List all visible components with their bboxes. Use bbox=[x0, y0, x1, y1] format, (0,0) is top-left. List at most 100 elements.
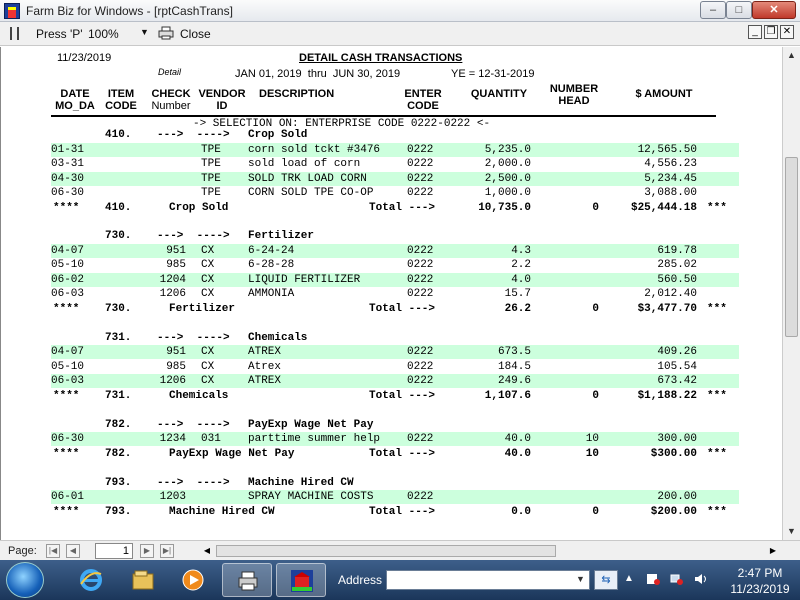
page-navigation: Page: |◀ ◀ 1 ▶ ▶| ◀ ▶ bbox=[0, 540, 800, 560]
total-code: 793. bbox=[105, 505, 132, 518]
total-stars: **** bbox=[53, 505, 80, 518]
address-input[interactable] bbox=[386, 570, 590, 590]
scroll-right-icon[interactable]: ▶ bbox=[766, 544, 780, 558]
clock-date[interactable]: 11/23/2019 bbox=[725, 582, 795, 596]
row-description: Atrex bbox=[248, 360, 282, 373]
row-description: 6-28-28 bbox=[248, 259, 295, 272]
row-amount: 200.00 bbox=[657, 491, 697, 504]
maximize-button[interactable]: □ bbox=[726, 1, 752, 19]
row-quantity: 1,000.0 bbox=[484, 187, 531, 199]
row-amount: 2,012.40 bbox=[644, 288, 697, 301]
group-code: 410. bbox=[105, 129, 132, 141]
action-center-icon[interactable] bbox=[646, 572, 660, 586]
col-amount-header: $ AMOUNT bbox=[635, 88, 693, 100]
address-dropdown-icon[interactable]: ▼ bbox=[576, 574, 585, 584]
total-stars: **** bbox=[53, 447, 80, 460]
col-enter-header: ENTER CODE bbox=[404, 88, 442, 112]
row-enter-code: 0222 bbox=[407, 491, 434, 504]
row-quantity: 2,000.0 bbox=[484, 158, 531, 170]
row-enter-code: 0222 bbox=[407, 346, 434, 359]
taskbar-farmbiz[interactable] bbox=[276, 563, 326, 597]
row-vendor: TPE bbox=[201, 158, 221, 170]
col-head-header: NUMBER HEAD bbox=[549, 83, 599, 107]
total-label: Total ---> bbox=[369, 302, 436, 315]
scroll-up-icon[interactable]: ▲ bbox=[783, 47, 800, 64]
taskbar-ie[interactable] bbox=[66, 563, 116, 597]
app-icon[interactable] bbox=[4, 3, 20, 19]
last-page-button[interactable]: ▶| bbox=[160, 544, 174, 558]
row-date: 06-01 bbox=[51, 491, 85, 504]
report-period: JAN 01, 2019 thru JUN 30, 2019 bbox=[235, 68, 401, 80]
row-amount: 4,556.23 bbox=[644, 158, 697, 170]
total-quantity: 0.0 bbox=[511, 505, 531, 518]
mdi-close-button[interactable]: ✕ bbox=[780, 25, 794, 39]
first-page-button[interactable]: |◀ bbox=[46, 544, 60, 558]
mdi-minimize-button[interactable]: _ bbox=[748, 25, 762, 39]
row-description: 6-24-24 bbox=[248, 244, 295, 257]
group-name: Crop Sold bbox=[248, 129, 308, 141]
screen: Farm Biz for Windows - [rptCashTrans] – … bbox=[0, 0, 800, 600]
vertical-scrollbar[interactable]: ▲ ▼ bbox=[782, 47, 800, 540]
hscroll-thumb[interactable] bbox=[216, 545, 556, 557]
clock-time[interactable]: 2:47 PM bbox=[725, 566, 795, 580]
title-bar: Farm Biz for Windows - [rptCashTrans] – … bbox=[0, 0, 800, 22]
close-report-icon[interactable] bbox=[158, 26, 174, 40]
col-check-header: CHECK Number bbox=[151, 88, 191, 112]
total-name: PayExp Wage Net Pay bbox=[169, 447, 295, 460]
total-code: 782. bbox=[105, 447, 132, 460]
page-number-input[interactable]: 1 bbox=[95, 543, 133, 559]
taskbar-media-player[interactable] bbox=[168, 563, 218, 597]
prev-page-button[interactable]: ◀ bbox=[66, 544, 80, 558]
folder-icon bbox=[132, 570, 154, 590]
taskbar-explorer[interactable] bbox=[118, 563, 168, 597]
scroll-down-icon[interactable]: ▼ bbox=[783, 523, 800, 540]
group-arrows: ---> ----> bbox=[157, 418, 230, 431]
zoom-select[interactable]: 100% bbox=[88, 27, 119, 41]
total-quantity: 40.0 bbox=[504, 447, 531, 460]
start-button[interactable] bbox=[6, 562, 44, 598]
row-description: corn sold tckt #3476 bbox=[248, 143, 381, 156]
row-enter-code: 0222 bbox=[407, 158, 434, 170]
horizontal-scrollbar[interactable]: ◀ ▶ bbox=[200, 544, 780, 558]
address-go-button[interactable]: ⇆ bbox=[594, 570, 618, 590]
close-window-button[interactable]: ✕ bbox=[752, 1, 796, 19]
total-label: Total ---> bbox=[369, 201, 436, 214]
scroll-thumb[interactable] bbox=[785, 157, 798, 337]
row-description: parttime summer help bbox=[248, 433, 381, 446]
total-label: Total ---> bbox=[369, 505, 436, 518]
row-enter-code: 0222 bbox=[407, 244, 434, 257]
scroll-left-icon[interactable]: ◀ bbox=[200, 544, 214, 558]
volume-icon[interactable] bbox=[694, 572, 708, 586]
row-date: 01-31 bbox=[51, 143, 85, 156]
report-title: DETAIL CASH TRANSACTIONS bbox=[299, 52, 463, 64]
row-quantity: 4.0 bbox=[511, 273, 531, 286]
row-vendor: CX bbox=[201, 360, 215, 373]
row-vendor: 031 bbox=[201, 433, 221, 446]
show-hidden-icons[interactable]: ▲ bbox=[624, 573, 634, 584]
total-stars: **** bbox=[53, 302, 80, 315]
address-label: Address bbox=[338, 573, 383, 587]
row-quantity: 40.0 bbox=[504, 433, 531, 446]
zoom-dropdown-icon[interactable]: ▼ bbox=[140, 27, 149, 37]
report-view[interactable]: 11/23/2019 DETAIL CASH TRANSACTIONS Deta… bbox=[0, 47, 782, 540]
row-enter-code: 0222 bbox=[407, 375, 434, 388]
next-page-button[interactable]: ▶ bbox=[140, 544, 154, 558]
col-date-header: DATE MO_DA bbox=[55, 88, 95, 112]
window-title: Farm Biz for Windows - [rptCashTrans] bbox=[26, 4, 233, 18]
row-amount: 409.26 bbox=[657, 346, 697, 359]
row-quantity: 249.6 bbox=[497, 375, 531, 388]
total-amount: $1,188.22 bbox=[637, 389, 697, 402]
mdi-restore-button[interactable]: ❐ bbox=[764, 25, 778, 39]
row-date: 06-03 bbox=[51, 375, 85, 388]
print-icon[interactable] bbox=[10, 27, 19, 40]
print-button[interactable]: Press 'P' bbox=[36, 27, 83, 41]
total-amount: $25,444.18 bbox=[630, 201, 697, 214]
close-report-button[interactable]: Close bbox=[180, 27, 211, 41]
taskbar-printer[interactable] bbox=[222, 563, 272, 597]
col-description-header: DESCRIPTION bbox=[259, 88, 335, 100]
minimize-button[interactable]: – bbox=[700, 1, 726, 19]
network-icon[interactable] bbox=[670, 572, 684, 586]
total-stars-tail: *** bbox=[707, 302, 727, 315]
row-amount: 5,234.45 bbox=[644, 172, 697, 185]
total-name: Fertilizer bbox=[169, 302, 236, 315]
